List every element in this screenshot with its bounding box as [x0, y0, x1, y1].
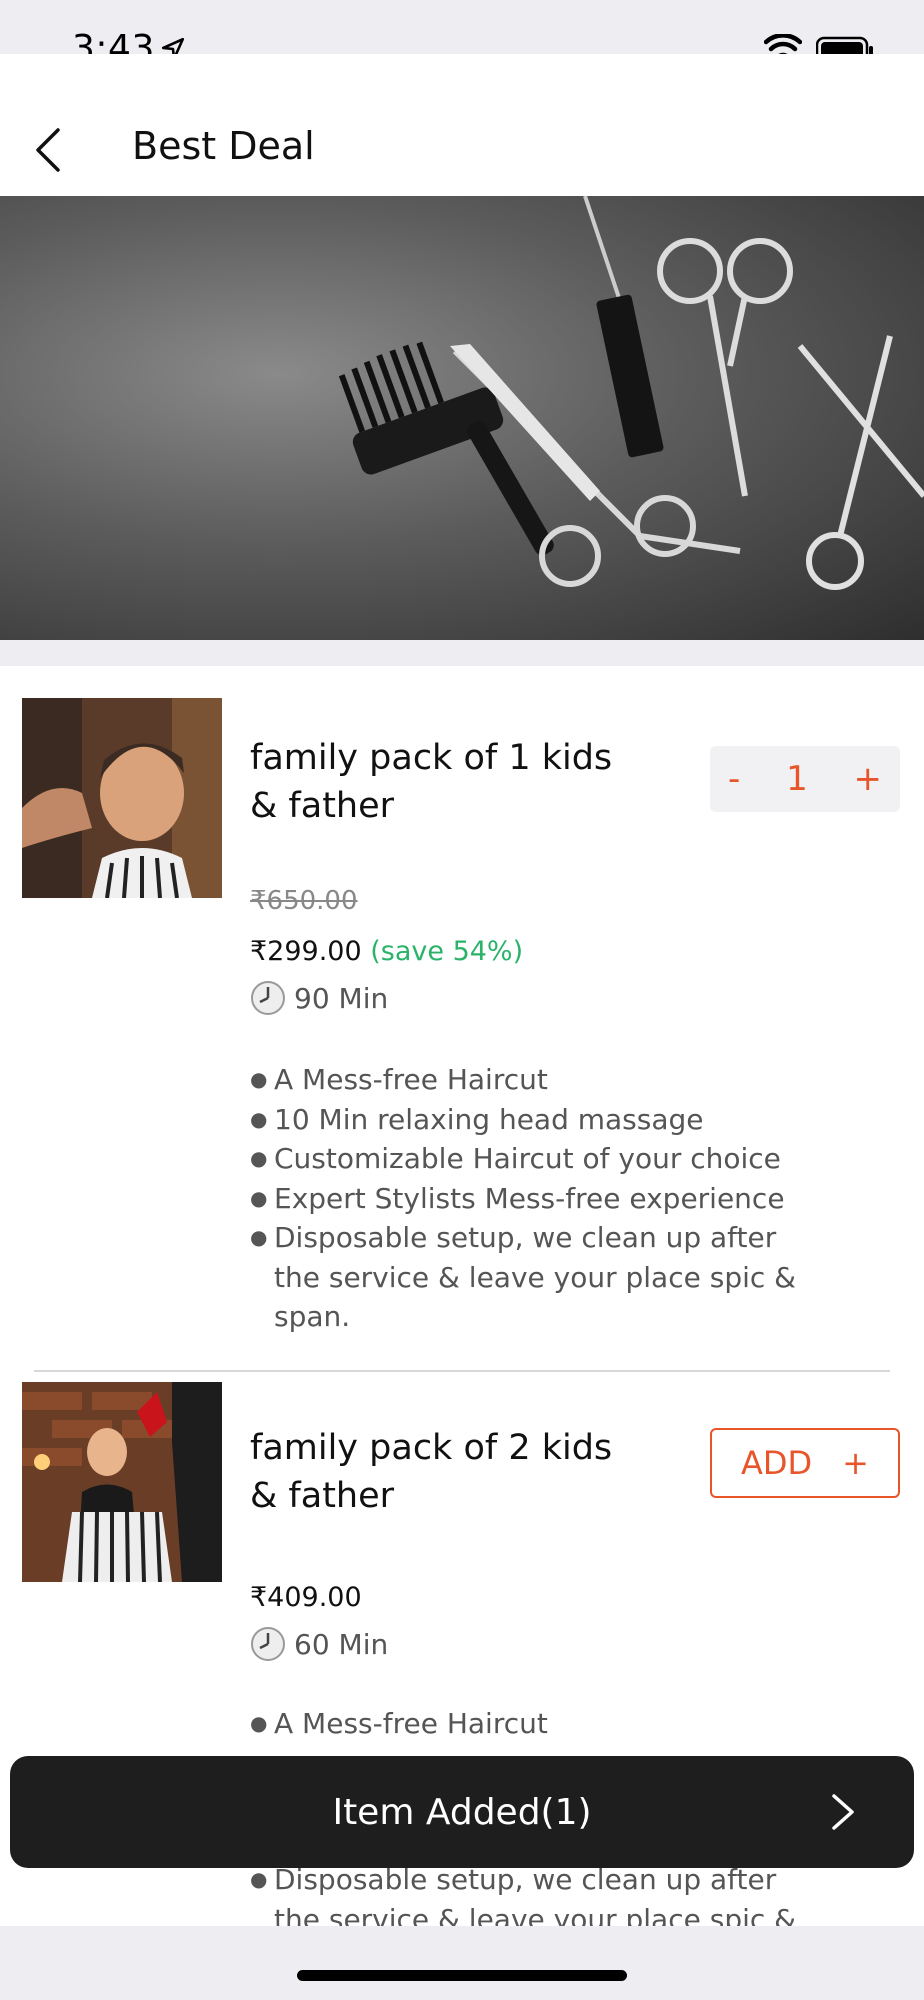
price-row: ₹299.00 (save 54%) [250, 936, 523, 967]
discounted-price: ₹299.00 [250, 936, 362, 967]
feature-item: Disposable setup, we clean up after the … [250, 1218, 810, 1337]
original-price: ₹650.00 [250, 886, 358, 916]
feature-list: A Mess-free Haircut [250, 1704, 810, 1744]
decrement-button[interactable]: - [728, 759, 740, 799]
item-added-bar[interactable]: Item Added(1) [10, 1756, 914, 1868]
item-title: family pack of 1 kids & father [250, 738, 613, 826]
feature-item: Disposable setup, we clean up after the … [250, 1860, 810, 1926]
feature-item: 10 Min relaxing head massage [250, 1100, 810, 1140]
feature-item: A Mess-free Haircut [250, 1704, 810, 1744]
chevron-right-icon [832, 1794, 854, 1830]
banner-image [0, 196, 924, 640]
clock-icon [251, 1627, 285, 1661]
divider [34, 1370, 890, 1372]
quantity-stepper[interactable]: - 1 + [710, 746, 900, 812]
increment-button[interactable]: + [853, 759, 882, 799]
duration: 90 Min [250, 980, 388, 1016]
add-button[interactable]: ADD + [710, 1428, 900, 1498]
home-area [0, 1926, 924, 2000]
home-indicator[interactable] [297, 1970, 627, 1981]
feature-item: A Mess-free Haircut [250, 1060, 810, 1100]
save-percentage: (save 54%) [370, 936, 524, 967]
price-row: ₹409.00 [250, 1582, 362, 1613]
feature-item: Customizable Haircut of your choice [250, 1139, 810, 1179]
duration-label: 90 Min [294, 981, 389, 1015]
plus-icon: + [842, 1444, 869, 1482]
feature-list-tail: Disposable setup, we clean up after the … [250, 1860, 810, 1926]
item-thumbnail [22, 698, 222, 898]
item-added-label: Item Added(1) [332, 1791, 592, 1833]
item-title: family pack of 2 kids & father [250, 1428, 613, 1516]
add-button-label: ADD [741, 1444, 813, 1482]
page-title: Best Deal [132, 124, 315, 168]
salon-tools-illustration [338, 196, 924, 590]
quantity-value: 1 [786, 759, 808, 799]
item-thumbnail [22, 1382, 222, 1582]
deal-list: family pack of 1 kids & father - 1 + ₹65… [0, 666, 924, 1926]
duration: 60 Min [250, 1626, 388, 1662]
nav-header: Best Deal [0, 54, 924, 196]
feature-list: A Mess-free Haircut 10 Min relaxing head… [250, 1060, 810, 1337]
clock-icon [251, 981, 285, 1015]
item-price: ₹409.00 [250, 1582, 362, 1613]
feature-item: Expert Stylists Mess-free experience [250, 1179, 810, 1219]
back-chevron-icon[interactable] [24, 118, 80, 178]
duration-label: 60 Min [294, 1627, 389, 1661]
